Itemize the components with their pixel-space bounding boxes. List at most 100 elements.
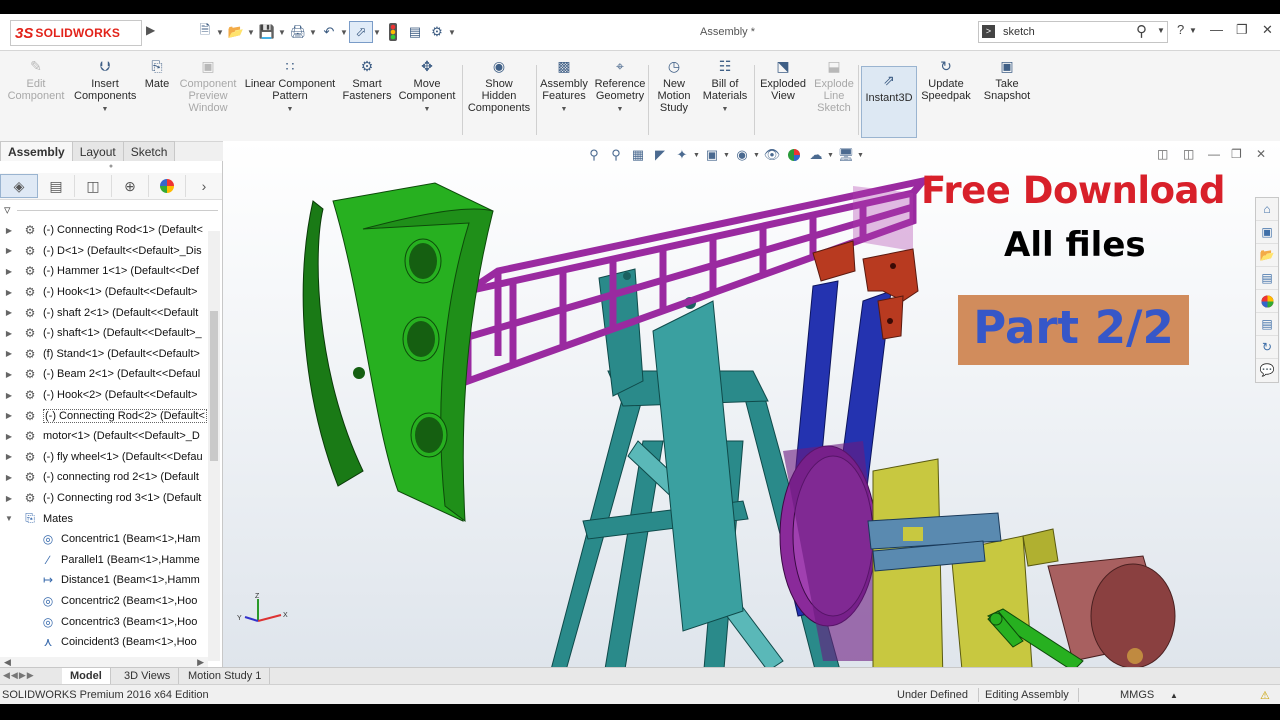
feature-manager-tab-icon[interactable]: ◈ [0, 174, 38, 198]
tree-component-row[interactable]: ▶ ⚙ (-) Hammer 1<1> (Default<<Def [0, 261, 222, 282]
search-input[interactable] [1001, 24, 1125, 40]
tool-dropdown-icon[interactable]: ▼ [398, 104, 456, 116]
file-properties-icon[interactable]: ▤ [404, 22, 426, 42]
units-dropdown-icon[interactable]: ▲ [1170, 691, 1178, 700]
tab-assembly[interactable]: Assembly [0, 141, 73, 162]
undo-dropdown-icon[interactable]: ▼ [340, 28, 349, 37]
expand-arrow-icon[interactable]: ▶ [4, 226, 14, 235]
help-dropdown-icon[interactable]: ▼ [1189, 26, 1197, 35]
tree-mate-row[interactable]: ∕ Parallel1 (Beam<1>,Hamme [0, 550, 222, 571]
solidworks-resources-home-icon[interactable]: ⌂ [1256, 198, 1278, 221]
tool-preview-window[interactable]: ▣ Component Preview Window [176, 57, 240, 114]
restore-icon[interactable]: ❐ [1236, 22, 1248, 38]
scroll-thumb[interactable] [210, 311, 218, 461]
tree-filter[interactable]: ▿ [0, 200, 222, 220]
tool-dropdown-icon[interactable]: ▼ [594, 104, 646, 116]
tool-dropdown-icon[interactable]: ▼ [700, 104, 750, 116]
expand-arrow-icon[interactable]: ▶ [4, 432, 14, 441]
tree-component-row[interactable]: ▶ ⚙ (-) Beam 2<1> (Default<<Defaul [0, 364, 222, 385]
search-icon[interactable]: ⚲ [1136, 22, 1147, 40]
tree-component-row[interactable]: ▶ ⚙ (-) D<1> (Default<<Default>_Dis [0, 241, 222, 262]
tree-component-row[interactable]: ▶ ⚙ (f) Stand<1> (Default<<Default> [0, 344, 222, 365]
view-palette-icon[interactable]: ▤ [1256, 267, 1278, 290]
tool-dropdown-icon[interactable]: ▼ [74, 104, 136, 116]
tab-navigation-arrows-icon[interactable]: ◀◀▶▶ [3, 670, 35, 681]
tool-exploded-view[interactable]: ⬔ Exploded View [756, 57, 810, 102]
display-manager-tab-icon[interactable] [149, 175, 186, 197]
tab-model[interactable]: Model [62, 668, 111, 684]
tree-component-row[interactable]: ▶ ⚙ (-) Connecting rod 3<1> (Default [0, 488, 222, 509]
search-dropdown-icon[interactable]: ▼ [1157, 26, 1165, 35]
tree-mate-row[interactable]: ◎ Concentric3 (Beam<1>,Hoo [0, 611, 222, 632]
expand-arrow-icon[interactable]: ▶ [4, 494, 14, 503]
expand-arrow-icon[interactable]: ▶ [4, 267, 14, 276]
options-gear-icon[interactable]: ⚙ [426, 22, 448, 42]
print-icon[interactable]: 🖨 [287, 22, 309, 42]
expand-arrow-icon[interactable]: ▶ [4, 329, 14, 338]
minimize-icon[interactable]: — [1210, 22, 1223, 37]
tree-mate-row[interactable]: ↦ Distance1 (Beam<1>,Hamm [0, 570, 222, 591]
solidworks-logo[interactable]: 3S SOLIDWORKS [10, 20, 142, 46]
open-dropdown-icon[interactable]: ▼ [247, 28, 256, 37]
rebuild-traffic-light-icon[interactable] [382, 22, 404, 42]
tool-explode-line[interactable]: ⬓ Explode Line Sketch [812, 57, 856, 114]
tree-component-row[interactable]: ▶ ⚙ (-) connecting rod 2<1> (Default [0, 467, 222, 488]
rebuild-status-icon[interactable]: ⚠ [1260, 689, 1270, 702]
tree-mate-row[interactable]: ◎ Concentric1 (Beam<1>,Ham [0, 529, 222, 550]
search-commands-box[interactable]: > ⚲ [978, 21, 1168, 43]
tool-speedpak[interactable]: ↻ Update Speedpak [920, 57, 972, 102]
tree-component-row[interactable]: ▶ ⚙ (-) Hook<1> (Default<<Default> [0, 282, 222, 303]
tree-component-row[interactable]: ▶ ⚙ (-) Connecting Rod<2> (Default< [0, 405, 222, 426]
close-icon[interactable]: ✕ [1262, 22, 1273, 38]
tree-mates-folder[interactable]: ▼ ⎘ Mates [0, 508, 222, 529]
tool-assembly-features[interactable]: ▩ Assembly Features ▼ [538, 57, 590, 116]
tree-mate-row[interactable]: ◎ Concentric2 (Beam<1>,Hoo [0, 591, 222, 612]
tree-component-row[interactable]: ▶ ⚙ (-) fly wheel<1> (Default<<Defau [0, 447, 222, 468]
expand-arrow-icon[interactable]: ▶ [4, 391, 14, 400]
undo-icon[interactable]: ↶ [318, 22, 340, 42]
tree-component-row[interactable]: ▶ ⚙ (-) Connecting Rod<1> (Default< [0, 220, 222, 241]
collaboration-icon[interactable]: 💬 [1256, 359, 1278, 381]
tool-dropdown-icon[interactable]: ▼ [538, 104, 590, 116]
expand-arrow-icon[interactable]: ▶ [4, 246, 14, 255]
tool-move-component[interactable]: ✥ Move Component ▼ [398, 57, 456, 116]
tool-instant3d[interactable]: ⇗ Instant3D [861, 66, 917, 138]
tool-motion-study[interactable]: ◷ New Motion Study [652, 57, 696, 114]
custom-properties-icon[interactable]: ▤ [1256, 313, 1278, 336]
more-tabs-chevron-icon[interactable]: › [186, 175, 222, 197]
tool-show-hidden[interactable]: ◉ Show Hidden Components [466, 57, 532, 114]
configuration-manager-tab-icon[interactable]: ◫ [75, 175, 112, 197]
tool-insert-components[interactable]: ⮋ Insert Components ▼ [74, 57, 136, 116]
tool-dropdown-icon[interactable]: ▼ [244, 104, 336, 116]
open-folder-icon[interactable]: 📂 [225, 22, 247, 42]
tree-component-row[interactable]: ▶ ⚙ motor<1> (Default<<Default>_D [0, 426, 222, 447]
tree-component-row[interactable]: ▶ ⚙ (-) shaft 2<1> (Default<<Default [0, 302, 222, 323]
tab-layout[interactable]: Layout [71, 141, 124, 162]
save-dropdown-icon[interactable]: ▼ [278, 28, 287, 37]
tool-bom[interactable]: ☷ Bill of Materials ▼ [700, 57, 750, 116]
graphics-area[interactable]: ⚲ ⚲ ▦ ◤ ✦ ▼ ▣ ▼ ◉ ▼ 👁 ☁ ▼ 🖥 ▼ ◫ ◫ — ❐ ✕ [223, 141, 1280, 667]
file-explorer-icon[interactable]: 📂 [1256, 244, 1278, 267]
expand-arrow-icon[interactable]: ▶ [4, 288, 14, 297]
save-icon[interactable]: 💾 [256, 22, 278, 42]
appearances-icon[interactable] [1256, 290, 1278, 313]
command-search-icon[interactable]: > [982, 25, 995, 38]
menu-expand-icon[interactable]: ▶ [146, 23, 160, 41]
new-dropdown-icon[interactable]: ▼ [216, 28, 225, 37]
expand-arrow-icon[interactable]: ▶ [4, 452, 14, 461]
tab-sketch[interactable]: Sketch [122, 141, 176, 162]
tab-motion-study-1[interactable]: Motion Study 1 [180, 668, 271, 684]
options-dropdown-icon[interactable]: ▼ [448, 28, 457, 37]
tool-mate[interactable]: ⎘ Mate [142, 57, 172, 90]
filter-icon[interactable]: ▿ [4, 202, 11, 218]
expand-arrow-icon[interactable]: ▶ [4, 370, 14, 379]
tool-snapshot[interactable]: ▣ Take Snapshot [980, 57, 1034, 102]
panel-splitter-handle[interactable]: ● [0, 161, 222, 173]
help-icon[interactable]: ? [1177, 22, 1184, 37]
dimxpert-tab-icon[interactable]: ⊕ [112, 175, 149, 197]
print-dropdown-icon[interactable]: ▼ [309, 28, 318, 37]
select-arrow-icon[interactable]: ⬀ [349, 21, 373, 43]
pumpjack-assembly-model[interactable] [223, 141, 1280, 667]
design-library-icon[interactable]: ▣ [1256, 221, 1278, 244]
tool-smart-fasteners[interactable]: ⚙ Smart Fasteners [340, 57, 394, 102]
